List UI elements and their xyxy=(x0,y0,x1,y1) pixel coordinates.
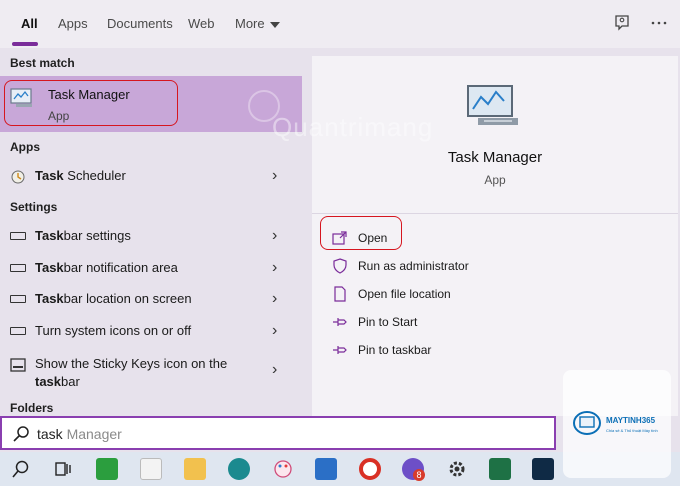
taskbar-settings-icon xyxy=(10,295,26,303)
match-highlight: Task xyxy=(35,260,64,275)
clock-icon xyxy=(10,170,26,184)
task-view-icon[interactable] xyxy=(52,458,74,480)
shield-icon xyxy=(332,258,348,274)
section-best-match: Best match xyxy=(10,56,75,70)
result-sticky-keys[interactable]: Show the Sticky Keys icon on the taskbar … xyxy=(0,348,302,391)
chevron-down-icon xyxy=(269,21,280,28)
section-folders: Folders xyxy=(10,401,54,415)
chevron-right-icon[interactable]: › xyxy=(272,227,277,245)
task-manager-large-icon xyxy=(464,82,524,128)
detail-subtitle: App xyxy=(484,173,506,187)
feedback-icon[interactable] xyxy=(612,14,632,34)
chevron-right-icon[interactable]: › xyxy=(272,322,277,340)
result-label-rest: bar xyxy=(61,374,80,389)
action-label: Pin to Start xyxy=(358,315,418,329)
start-search-window: All Apps Documents Web More Best match T… xyxy=(0,0,680,486)
search-box[interactable]: task Manager xyxy=(0,416,556,450)
results-list: Best match Task Manager App Apps Task Sc… xyxy=(0,48,302,416)
result-label-rest: bar location on screen xyxy=(63,291,192,306)
document-icon xyxy=(332,286,348,302)
match-highlight: Task xyxy=(35,291,64,306)
search-tabs-bar: All Apps Documents Web More xyxy=(0,0,680,48)
search-typed-text: task xyxy=(37,426,63,442)
chevron-right-icon[interactable]: › xyxy=(272,167,277,185)
action-label: Pin to taskbar xyxy=(358,343,432,357)
taskbar-settings-icon xyxy=(10,264,26,272)
active-tab-indicator xyxy=(12,42,38,46)
excel-app-icon[interactable] xyxy=(489,458,511,480)
result-detail-panel: Task Manager App Open Run as administrat… xyxy=(312,56,678,416)
notification-badge: 8 xyxy=(413,469,425,481)
result-label: Show the Sticky Keys icon on the taskbar xyxy=(35,355,227,391)
watermark-brand: MAYTINH365 xyxy=(606,416,656,425)
result-system-icons[interactable]: Turn system icons on or off › xyxy=(0,316,302,346)
more-options-icon[interactable] xyxy=(649,14,669,34)
section-settings: Settings xyxy=(10,200,58,214)
pin-icon xyxy=(332,314,348,330)
result-label: Taskbar notification area xyxy=(35,260,178,275)
pin-icon xyxy=(332,342,348,358)
photoshop-app-icon[interactable] xyxy=(532,458,554,480)
taskbar-settings-icon xyxy=(10,232,26,240)
chevron-right-icon[interactable]: › xyxy=(272,259,277,277)
folder-icon[interactable] xyxy=(184,458,206,480)
search-icon[interactable] xyxy=(10,458,32,480)
action-label: Open file location xyxy=(358,287,451,301)
divider xyxy=(312,213,678,214)
search-input[interactable]: task Manager xyxy=(37,426,122,442)
taskbar-settings-icon xyxy=(10,327,26,335)
match-highlight: Task xyxy=(35,228,64,243)
best-match-callout xyxy=(4,80,178,126)
result-task-scheduler[interactable]: Task Scheduler › xyxy=(0,161,302,191)
result-taskbar-settings[interactable]: Taskbar settings › xyxy=(0,221,302,251)
result-taskbar-notification-area[interactable]: Taskbar notification area › xyxy=(0,253,302,283)
result-label-line1: Show the Sticky Keys icon on the xyxy=(35,356,228,371)
result-label: Taskbar settings xyxy=(35,228,131,243)
settings-gear-icon[interactable] xyxy=(446,458,468,480)
search-icon xyxy=(12,425,30,443)
detail-title: Task Manager xyxy=(447,149,543,166)
result-label: Taskbar location on screen xyxy=(35,291,192,306)
tab-apps[interactable]: Apps xyxy=(58,16,88,31)
match-highlight: task xyxy=(35,374,62,389)
tab-more[interactable]: More xyxy=(235,16,280,31)
open-callout xyxy=(320,216,402,250)
tab-web[interactable]: Web xyxy=(188,16,215,31)
chevron-right-icon[interactable]: › xyxy=(272,290,277,308)
tab-more-label: More xyxy=(235,16,265,31)
result-label-rest: bar notification area xyxy=(63,260,178,275)
watermark-text: Quantrimang xyxy=(272,112,434,142)
section-apps: Apps xyxy=(10,140,40,154)
chrome-browser-icon[interactable] xyxy=(359,458,381,480)
mail-app-icon[interactable] xyxy=(315,458,337,480)
result-label-rest: bar settings xyxy=(63,228,131,243)
tab-documents[interactable]: Documents xyxy=(107,16,173,31)
keyboard-icon xyxy=(10,357,26,372)
notepad-app-icon[interactable] xyxy=(140,458,162,480)
chevron-right-icon[interactable]: › xyxy=(272,361,277,379)
watermark-logo-icon xyxy=(572,408,602,438)
result-label-rest: Scheduler xyxy=(63,168,126,183)
result-label: Task Scheduler xyxy=(35,168,126,183)
watermark-tagline: Chia sẻ & Thủ thuật Máy tính xyxy=(606,428,658,433)
tab-all[interactable]: All xyxy=(21,16,38,31)
action-label: Run as administrator xyxy=(358,259,469,273)
match-highlight: Task xyxy=(35,168,64,183)
edge-browser-icon[interactable] xyxy=(228,458,250,480)
paint-app-icon[interactable] xyxy=(272,458,294,480)
result-label: Turn system icons on or off xyxy=(35,323,192,338)
camtasia-app-icon[interactable] xyxy=(96,458,118,480)
search-suggestion-text: Manager xyxy=(62,426,122,442)
result-taskbar-location[interactable]: Taskbar location on screen › xyxy=(0,284,302,314)
